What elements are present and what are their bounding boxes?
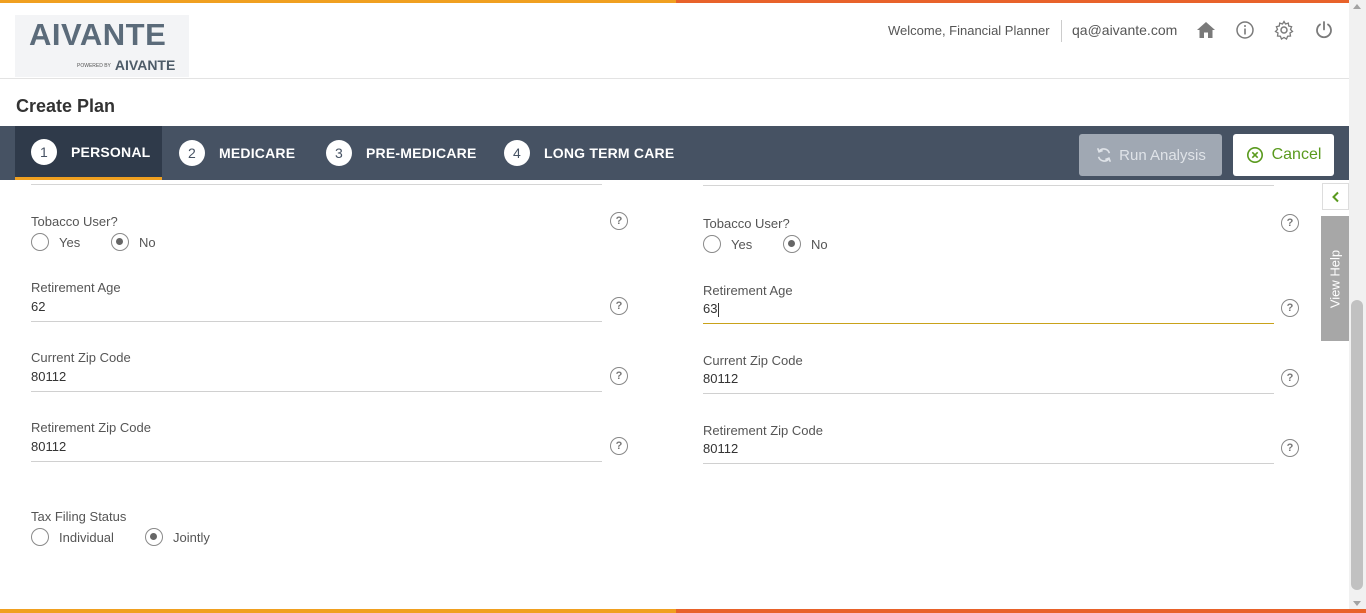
step-pre-medicare[interactable]: 3 PRE-MEDICARE — [326, 126, 477, 180]
step-label: LONG TERM CARE — [544, 145, 675, 161]
power-icon[interactable] — [1314, 20, 1334, 40]
cancel-label: Cancel — [1271, 146, 1322, 163]
tax-filing-status-label: Tax Filing Status — [31, 509, 127, 524]
run-analysis-label: Run Analysis — [1119, 146, 1206, 164]
current-zip-input[interactable]: 80112 — [31, 369, 66, 384]
spouse-tobacco-no-radio[interactable] — [783, 235, 801, 253]
help-icon[interactable]: ? — [610, 297, 628, 315]
cancel-button[interactable]: Cancel — [1233, 134, 1334, 176]
tobacco-no-radio[interactable] — [111, 233, 129, 251]
collapse-sidebar-button[interactable] — [1322, 183, 1349, 210]
view-help-tab[interactable]: View Help — [1321, 216, 1349, 341]
spouse-retirement-age-input[interactable]: 63 — [703, 301, 720, 317]
tobacco-no-label: No — [139, 235, 156, 250]
welcome-text: Welcome, Financial Planner — [888, 23, 1050, 38]
refresh-icon — [1097, 147, 1112, 163]
app-header: AIVANTE POWERED BY AIVANTE Welcome, Finan… — [0, 3, 1349, 79]
step-long-term-care[interactable]: 4 LONG TERM CARE — [504, 126, 674, 180]
step-number: 1 — [31, 138, 57, 165]
scroll-thumb[interactable] — [1351, 300, 1363, 590]
tax-individual-label: Individual — [59, 530, 114, 545]
field-underline — [31, 184, 602, 185]
field-underline — [31, 391, 602, 392]
field-underline-focused — [703, 323, 1274, 324]
tobacco-yes-label: Yes — [59, 235, 81, 250]
field-underline — [703, 393, 1274, 394]
spouse-current-zip-label: Current Zip Code — [703, 353, 803, 368]
home-icon[interactable] — [1196, 20, 1216, 40]
info-icon[interactable] — [1235, 20, 1255, 40]
help-icon[interactable]: ? — [1281, 299, 1299, 317]
step-label: PERSONAL — [71, 143, 151, 160]
cancel-circle-icon — [1246, 146, 1263, 164]
help-icon[interactable]: ? — [610, 212, 628, 230]
logo-powered-by: POWERED BY AIVANTE — [77, 57, 176, 73]
spouse-current-zip-input[interactable]: 80112 — [703, 371, 738, 386]
personal-form: Tobacco User? Yes No ? Retirement Age 62… — [0, 180, 1349, 609]
tobacco-yes-radio[interactable] — [31, 233, 49, 251]
step-number: 2 — [179, 140, 205, 166]
spouse-retirement-age-label: Retirement Age — [703, 283, 793, 298]
tax-jointly-label: Jointly — [173, 530, 210, 545]
tobacco-user-label: Tobacco User? — [31, 214, 118, 229]
field-underline — [31, 461, 602, 462]
plan-stepper: 1 PERSONAL 2 MEDICARE 3 PRE-MEDICARE 4 L… — [0, 126, 1349, 180]
header-divider — [1061, 20, 1062, 42]
page-scrollbar[interactable] — [1349, 0, 1366, 613]
retirement-zip-input[interactable]: 80112 — [31, 439, 66, 454]
step-number: 3 — [326, 140, 352, 166]
gear-icon[interactable] — [1274, 20, 1294, 40]
spouse-tobacco-yes-label: Yes — [731, 237, 753, 252]
user-email: qa@aivante.com — [1072, 22, 1178, 38]
view-help-label: View Help — [1327, 249, 1343, 308]
help-icon[interactable]: ? — [1281, 369, 1299, 387]
retirement-age-label: Retirement Age — [31, 280, 121, 295]
tax-individual-radio[interactable] — [31, 528, 49, 546]
step-label: PRE-MEDICARE — [366, 145, 477, 161]
current-zip-label: Current Zip Code — [31, 350, 131, 365]
step-label: MEDICARE — [219, 145, 296, 161]
field-underline — [31, 321, 602, 322]
aivante-logo[interactable]: AIVANTE POWERED BY AIVANTE — [15, 15, 189, 77]
run-analysis-button[interactable]: Run Analysis — [1079, 134, 1222, 176]
step-medicare[interactable]: 2 MEDICARE — [179, 126, 295, 180]
chevron-left-icon — [1331, 191, 1339, 202]
help-icon[interactable]: ? — [1281, 214, 1299, 232]
logo-text: AIVANTE — [29, 17, 167, 52]
spouse-tobacco-no-label: No — [811, 237, 828, 252]
field-underline — [703, 463, 1274, 464]
help-icon[interactable]: ? — [610, 437, 628, 455]
scroll-up-icon[interactable] — [1353, 4, 1361, 9]
scroll-down-icon[interactable] — [1353, 601, 1361, 606]
bottom-accent-bar — [0, 609, 1366, 613]
step-personal[interactable]: 1 PERSONAL — [15, 126, 162, 180]
spouse-retirement-zip-input[interactable]: 80112 — [703, 441, 738, 456]
spouse-retirement-zip-label: Retirement Zip Code — [703, 423, 823, 438]
help-icon[interactable]: ? — [610, 367, 628, 385]
tax-jointly-radio[interactable] — [145, 528, 163, 546]
retirement-age-input[interactable]: 62 — [31, 299, 45, 314]
spouse-tobacco-user-label: Tobacco User? — [703, 216, 790, 231]
spouse-tobacco-yes-radio[interactable] — [703, 235, 721, 253]
help-icon[interactable]: ? — [1281, 439, 1299, 457]
page-title: Create Plan — [16, 96, 116, 116]
step-number: 4 — [504, 140, 530, 166]
field-underline — [703, 185, 1274, 186]
retirement-zip-label: Retirement Zip Code — [31, 420, 151, 435]
